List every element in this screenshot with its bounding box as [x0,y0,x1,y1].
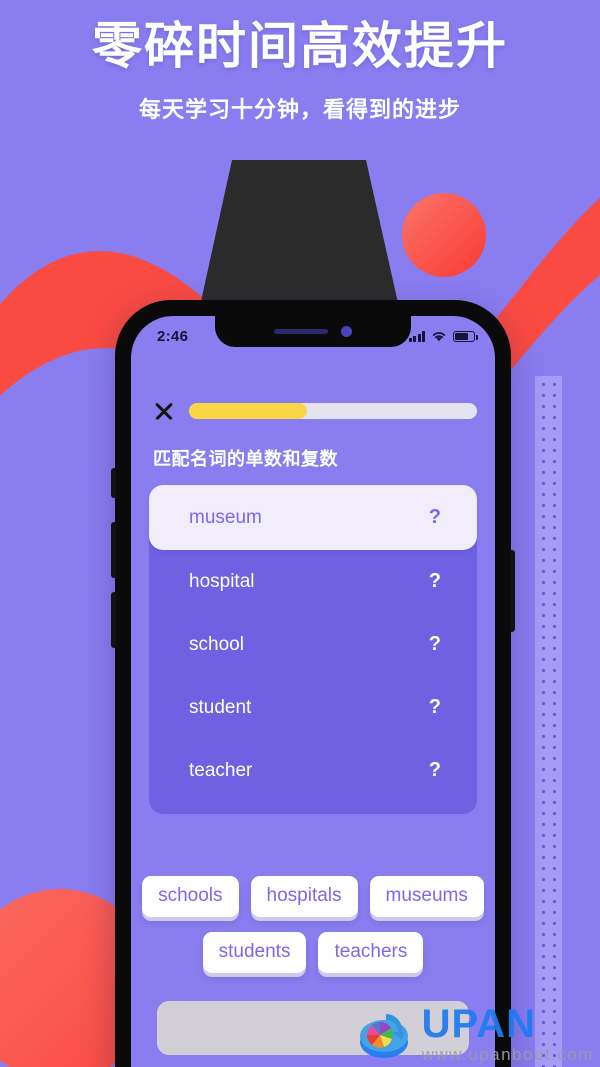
answer-chip-area: schools hospitals museums students teachers [131,876,495,973]
word-label: hospital [189,570,255,592]
answer-slot[interactable]: ? [429,633,441,656]
watermark-url: www.upanboot.com [421,1045,594,1064]
answer-slot[interactable]: ? [429,506,441,529]
answer-chip[interactable]: hospitals [250,876,358,917]
volume-down-button[interactable] [111,592,116,648]
coral-circle-top [402,193,486,277]
answer-slot[interactable]: ? [429,570,441,593]
answer-chip[interactable]: teachers [318,932,424,973]
power-button[interactable] [510,550,515,632]
word-label: student [189,696,252,718]
dotted-pattern-strip [535,376,562,1067]
battery-icon [453,331,478,342]
watermark-text: UPAN www.upanboot.com [422,1004,594,1063]
answer-chip[interactable]: schools [142,876,239,917]
word-row[interactable]: school? [149,613,477,676]
progress-bar [189,403,477,419]
page-subtitle: 每天学习十分钟，看得到的进步 [138,97,461,122]
phone-notch [215,316,411,347]
volume-up-button[interactable] [111,522,116,578]
watermark-title: UPAN [421,1002,536,1046]
status-icon-group [409,330,478,342]
word-match-list: museum? hospital? school? student? teacher? [149,485,477,814]
front-camera-icon [341,326,352,337]
answer-slot[interactable]: ? [429,696,441,719]
chip-row: schools hospitals museums [142,876,484,917]
headline-block: 零碎时间高效提升 每天学习十分钟，看得到的进步 [0,14,600,124]
answer-slot[interactable]: ? [429,759,441,782]
page-title: 零碎时间高效提升 [92,18,508,74]
pinwheel-logo-icon [356,1006,414,1062]
earpiece-speaker-icon [274,329,328,334]
word-row[interactable]: student? [149,676,477,739]
answer-chip[interactable]: museums [369,876,484,917]
signal-bars-icon [409,331,425,342]
app-top-bar [131,350,495,422]
phone-screen: 2:46 匹配名词的单数和复数 museum ? hospital ? scho… [131,316,495,1067]
word-row[interactable]: museum? [149,485,477,550]
mute-switch[interactable] [111,468,116,498]
watermark: UPAN www.upanboot.com [356,1004,594,1063]
chip-row: students teachers [157,932,469,973]
close-icon[interactable] [153,400,175,422]
poster-stage: 零碎时间高效提升 每天学习十分钟，看得到的进步 2:46 匹配名词的单数和复数 … [0,0,600,1067]
word-row[interactable]: hospital? [149,550,477,613]
app-content: 匹配名词的单数和复数 museum? hospital? school? studen… [131,350,495,1067]
word-label: museum [189,506,262,528]
word-label: school [189,633,244,655]
wifi-icon [432,332,446,342]
status-clock: 2:46 [157,327,189,345]
answer-chip[interactable]: students [202,932,307,973]
word-row[interactable]: teacher? [149,739,477,802]
phone-mockup: 2:46 匹配名词的单数和复数 museum ? hospital ? scho… [111,300,515,1067]
progress-bar-fill [189,403,308,419]
question-title: 匹配名词的单数和复数 [153,449,338,469]
word-label: teacher [189,759,253,781]
